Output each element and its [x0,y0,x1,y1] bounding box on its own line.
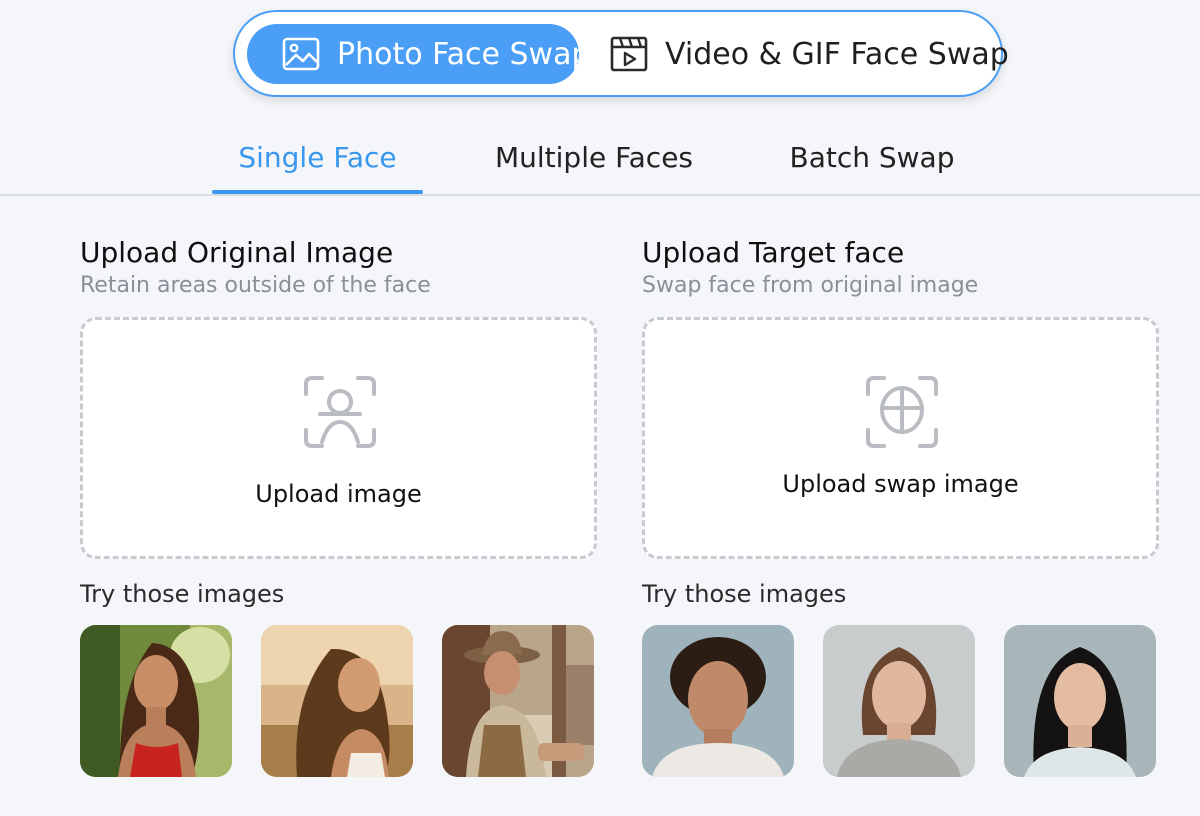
sample-image [642,625,794,777]
target-panel-title: Upload Target face [642,236,905,269]
original-panel-subtitle: Retain areas outside of the face [80,273,431,298]
video-gif-face-swap-label: Video & GIF Face Swap [665,36,1009,72]
tab-single-face-label: Single Face [238,140,397,174]
sample-image-woman-sweater[interactable] [823,625,975,777]
active-tab-indicator [212,190,423,194]
image-icon [282,37,320,71]
tab-batch-swap[interactable]: Batch Swap [772,120,972,194]
tab-multiple-faces[interactable]: Multiple Faces [480,120,708,194]
target-face-panel: Upload Target face Swap face from origin… [642,235,1159,777]
upload-swap-image-label: Upload swap image [782,470,1019,498]
sample-image-asian-woman[interactable] [1004,625,1156,777]
swap-type-tabs: Single Face Multiple Faces Batch Swap [0,120,1200,196]
original-image-panel: Upload Original Image Retain areas outsi… [80,235,597,777]
photo-face-swap-button[interactable]: Photo Face Swap [247,24,591,84]
sample-image-woman-sunset[interactable] [261,625,413,777]
face-swap-page: Photo Face Swap Video & GIF Face Swap Si… [0,0,1200,816]
target-try-label: Try those images [642,580,847,608]
mode-switcher: Photo Face Swap Video & GIF Face Swap [233,10,1009,97]
sample-image-curly-man[interactable] [642,625,794,777]
video-gif-face-swap-button[interactable]: Video & GIF Face Swap [609,24,1009,84]
target-panel-subtitle: Swap face from original image [642,273,979,298]
face-scan-icon [304,376,376,448]
sample-image [823,625,975,777]
tab-multiple-faces-label: Multiple Faces [494,140,694,174]
sample-image-woman-forest[interactable] [80,625,232,777]
face-target-icon [866,376,938,448]
original-try-label: Try those images [80,580,285,608]
target-sample-thumbnails [642,625,1159,777]
tab-single-face[interactable]: Single Face [212,120,423,194]
sample-image [1004,625,1156,777]
sample-image-cowboy[interactable] [442,625,594,777]
original-sample-thumbnails [80,625,597,777]
upload-image-label: Upload image [255,480,422,508]
video-clapper-icon [610,36,648,72]
sample-image [442,625,594,777]
original-panel-title: Upload Original Image [80,236,394,269]
sample-image [261,625,413,777]
original-image-dropzone[interactable]: Upload image [80,317,597,559]
sample-image [80,625,232,777]
tab-batch-swap-label: Batch Swap [789,140,955,174]
photo-face-swap-label: Photo Face Swap [337,36,591,72]
target-face-dropzone[interactable]: Upload swap image [642,317,1159,559]
